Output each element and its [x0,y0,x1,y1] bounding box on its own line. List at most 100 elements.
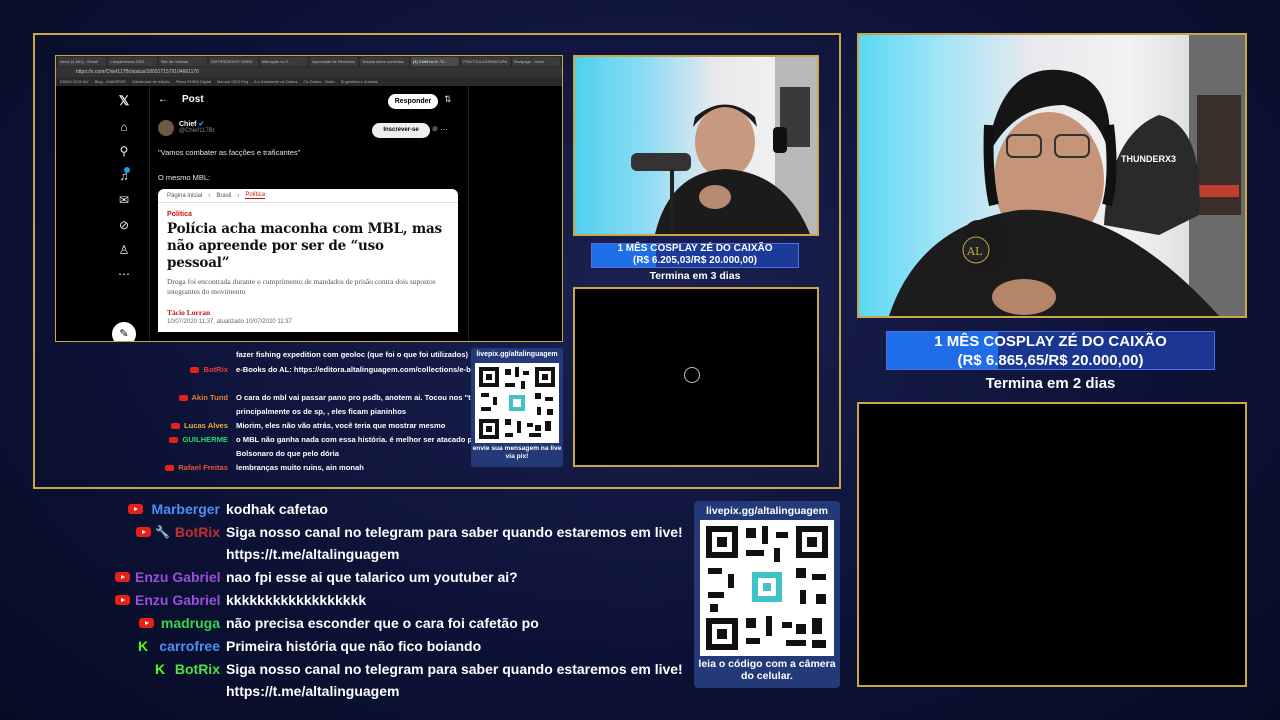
chat-message: não precisa esconder que o cara foi cafe… [226,615,539,631]
x-sidebar: 𝕏 ⌂ ⚲ ♫ ✉ ⊘ ♙ ⋯ [112,86,136,341]
address-bar[interactable]: https://x.com/Chief117Br/status/18051715… [56,67,562,77]
article-subhead: Droga foi encontrada durante o cumprimen… [167,277,436,296]
home-icon[interactable]: ⌂ [115,118,133,136]
verified-icon: ✔ [198,121,205,128]
youtube-icon [169,437,179,443]
chat-message: Siga nosso canal no telegram para saber … [226,661,683,677]
goal-amount: (R$ 6.865,65/R$ 20.000,00) [957,352,1144,369]
browser-tab[interactable]: Aprovação de Recursos [310,57,359,66]
youtube-icon [170,423,180,429]
qr-code-icon [700,520,834,656]
grok-icon[interactable]: ⊘ [115,216,133,234]
sliders-icon[interactable]: ⇅ [444,94,452,105]
youtube-icon [165,465,175,471]
browser-tab[interactable]: Inbox (4,561) - Gmail [58,57,107,66]
bookmarks-bar: ENEM 2025 MV Blog - MIAMIFBR Dashboard d… [56,77,562,86]
bookmark[interactable]: ENEM 2025 MV [60,79,89,84]
browser-tab-bar: Inbox (4,561) - Gmail Lançamentos 2024 S… [56,56,562,67]
avatar[interactable] [158,120,174,136]
browser-tab[interactable]: Lançamentos 2024 [108,57,157,66]
mic-logo-text: AL [966,245,983,258]
browser-tab[interactable]: EM PRESENTE OBRA [209,57,258,66]
chat-message: https://t.me/altalinguagem [226,546,400,562]
chat-username: BotRix [174,524,220,540]
subscribe-button[interactable]: Inscrever-se [372,123,430,138]
youtube-icon [178,395,188,401]
breadcrumb: Página inicial › Brasil › Política [158,189,458,203]
qr-caption: envie sua mensagem na live via pix! [472,445,562,460]
browser-tab[interactable]: POLÍTICA ASSINATURA [461,57,510,66]
livepix-qr-large[interactable]: livepix.gg/altalinguagem leia o código c… [694,501,840,688]
search-icon[interactable]: ⚲ [115,142,133,160]
bookmark[interactable]: A e Assistente de Dados [254,79,297,84]
browser-tab[interactable]: Startpage - Inicio [511,57,561,66]
author-name[interactable]: Chief [179,121,197,128]
qr-code-icon [475,363,559,443]
chat-username: madruga [160,615,220,631]
article-screenshot[interactable]: Página inicial › Brasil › Política Polític… [158,189,458,332]
livepix-qr-small[interactable]: livepix.gg/altalinguagem envie sua mensa… [471,348,563,467]
goal-deadline: Termina em 2 dias [985,375,1116,392]
breadcrumb-item: Política [245,192,266,199]
kick-icon: K [155,661,166,677]
chat-message: https://t.me/altalinguagem [226,683,400,699]
chat-username: Marberger [151,501,220,517]
chat-username: BotRix [174,661,220,677]
tweet-text: O mesmo MBL: [158,173,211,182]
youtube-icon [139,618,154,628]
qr-url: livepix.gg/altalinguagem [476,351,558,358]
grok-icon[interactable]: ⊘ [432,125,438,133]
back-arrow-icon[interactable]: ← [158,94,168,105]
goal-deadline: Termina em 3 dias [649,270,741,282]
tweet-column: ← Post Responder ⇅ Chief ✔ @Chief117Br I… [149,86,469,341]
chat-username: carrofree [159,638,220,654]
chat-message: nao fpi esse ai que talarico um youtuber… [226,569,518,585]
youtube-icon [115,595,130,605]
article-section: Política [167,211,192,218]
breadcrumb-item: Página inicial [167,192,203,199]
bookmark[interactable]: Os Dados - Visão [303,79,334,84]
article-headline: Polícia acha maconha com MBL, mas não ap… [167,221,442,271]
article-date: 10/07/2020 11:37, atualizado 10/07/2020 … [167,319,292,325]
browser-tab[interactable]: Notícia sobre comentar [360,57,409,66]
browser-tab[interactable]: Marcação no X [259,57,309,66]
webcam-large: THUNDERX3 AL [859,35,1245,316]
youtube-icon [128,504,143,514]
chat-username: Lucas Alves [105,419,228,433]
more-options-icon[interactable]: ⋯ [440,125,448,134]
messages-icon[interactable]: ✉ [115,191,133,209]
qr-url: livepix.gg/altalinguagem [706,505,828,517]
chat-username: GUILHERME [105,433,228,447]
reply-button[interactable]: Responder [388,94,438,109]
chat-username: Enzu Gabriel [135,592,221,608]
tweet-text: "Vamos combater as facções e traficantes… [158,148,301,157]
bookmark[interactable]: Blog - MIAMIFBR [95,79,126,84]
compose-icon[interactable]: ✎ [112,322,136,341]
post-title: Post [182,93,204,105]
bookmark[interactable]: Manual ODS Peg [217,79,248,84]
qr-caption: leia o código com a câmera do celular. [698,658,836,682]
goal-amount: (R$ 6.205,03/R$ 20.000,00) [633,255,757,266]
chat-message: Siga nosso canal no telegram para saber … [226,524,683,540]
youtube-icon [136,527,151,537]
chat-username: Enzu Gabriel [135,569,221,585]
chat-username: Rafael Freitas [95,461,228,475]
youtube-icon [115,572,130,582]
notification-badge [124,167,130,173]
webcam-small [573,55,819,236]
goal-text-small: 1 MÊS COSPLAY ZÉ DO CAIXÃO (R$ 6.205,03/… [591,243,799,267]
x-logo-icon[interactable]: 𝕏 [115,92,133,110]
browser-tab-active[interactable]: (3) Chief no X: "V... [410,57,460,66]
profile-icon[interactable]: ♙ [115,241,133,259]
goal-title: 1 MÊS COSPLAY ZÉ DO CAIXÃO [617,243,773,254]
bookmark[interactable]: Plano ENEM Digital [176,79,211,84]
bookmark[interactable]: Sugestões e dúvidas [341,79,378,84]
more-icon[interactable]: ⋯ [115,265,133,283]
goal-text-large: 1 MÊS COSPLAY ZÉ DO CAIXÃO (R$ 6.865,65/… [886,332,1215,370]
browser-tab[interactable]: Site de notícias [158,57,208,66]
bookmark[interactable]: Dashboard de edição [132,79,170,84]
chair-brand-label: THUNDERX3 [1121,154,1176,164]
chat-username: Akin Tund [115,391,228,405]
author-handle[interactable]: @Chief117Br [179,128,215,134]
screen-capture: Inbox (4,561) - Gmail Lançamentos 2024 S… [55,55,563,342]
